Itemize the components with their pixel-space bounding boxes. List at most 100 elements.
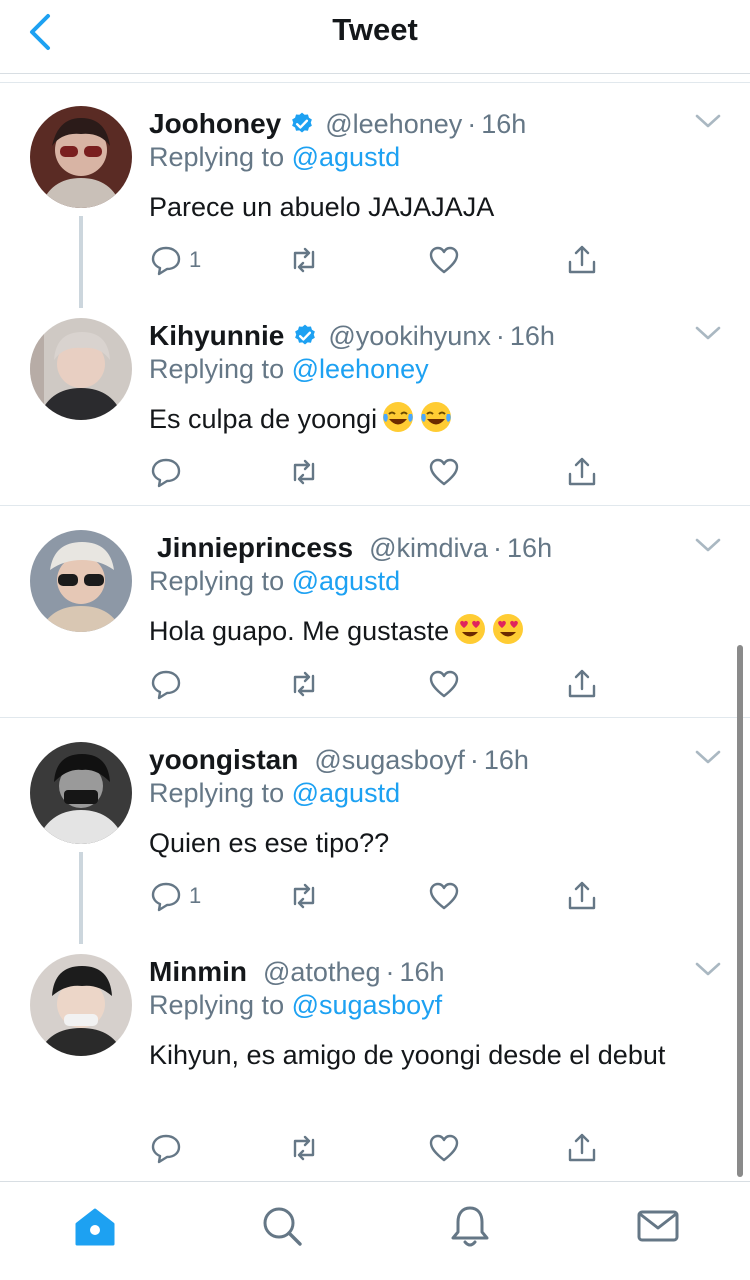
share-button[interactable] bbox=[565, 452, 599, 492]
reply-count: 1 bbox=[189, 247, 202, 272]
handle: @kimdiva bbox=[369, 532, 489, 563]
share-icon bbox=[568, 881, 596, 910]
heart-icon bbox=[429, 458, 459, 486]
chevron-down-icon[interactable] bbox=[694, 322, 722, 344]
thread-line bbox=[79, 852, 83, 944]
thread-line bbox=[79, 216, 83, 308]
tweet-divider bbox=[0, 505, 750, 506]
avatar[interactable] bbox=[30, 954, 132, 1056]
tweet-divider bbox=[0, 717, 750, 718]
laughing-tears-emoji bbox=[383, 402, 414, 432]
reply-tweet[interactable]: Kihyunnie @yookihyunx · 16h Replying to … bbox=[0, 316, 750, 506]
like-button[interactable] bbox=[427, 664, 461, 704]
tweet-text: Es culpa de yoongi bbox=[149, 400, 709, 438]
retweet-button[interactable] bbox=[287, 1128, 321, 1168]
display-name[interactable]: Jinnieprincess bbox=[157, 532, 353, 564]
home-icon bbox=[75, 1208, 115, 1246]
reply-button[interactable]: 1 bbox=[149, 876, 201, 916]
tweet-header: Minmin @atotheg · 16h bbox=[149, 952, 445, 992]
reply-icon bbox=[151, 246, 181, 276]
avatar-image bbox=[30, 318, 132, 420]
chevron-down-icon[interactable] bbox=[694, 534, 722, 556]
tab-search[interactable] bbox=[258, 1202, 306, 1250]
tweet-header: yoongistan @sugasboyf · 16h bbox=[149, 740, 529, 780]
tweet-actions bbox=[149, 452, 619, 496]
reply-tweet[interactable]: Jinnieprincess @kimdiva · 16h Replying t… bbox=[0, 528, 750, 718]
top-nav-bar: Tweet bbox=[0, 0, 750, 74]
header-divider bbox=[0, 74, 750, 83]
like-button[interactable] bbox=[427, 876, 461, 916]
like-button[interactable] bbox=[427, 1128, 461, 1168]
heart-icon bbox=[429, 882, 459, 910]
separator-dot: · bbox=[493, 532, 503, 563]
verified-badge-icon bbox=[292, 112, 313, 133]
retweet-button[interactable] bbox=[287, 664, 321, 704]
reply-tweet[interactable]: Minmin @atotheg · 16h Replying to @sugas… bbox=[0, 952, 750, 1180]
tweet-actions: 1 bbox=[149, 240, 619, 284]
replying-label: Replying to bbox=[149, 990, 285, 1020]
avatar-image bbox=[30, 742, 132, 844]
avatar[interactable] bbox=[30, 318, 132, 420]
retweet-button[interactable] bbox=[287, 452, 321, 492]
verified-badge-icon bbox=[295, 324, 316, 345]
tweet-text: Parece un abuelo JAJAJAJA bbox=[149, 188, 709, 226]
tweet-actions bbox=[149, 1128, 619, 1172]
reply-icon bbox=[151, 670, 181, 700]
avatar[interactable] bbox=[30, 530, 132, 632]
tweet-header: Joohoney @leehoney · 16h bbox=[149, 104, 526, 144]
share-button[interactable] bbox=[565, 664, 599, 704]
reply-tweet[interactable]: Joohoney @leehoney · 16h Replying to @ag… bbox=[0, 104, 750, 308]
avatar[interactable] bbox=[30, 742, 132, 844]
share-button[interactable] bbox=[565, 876, 599, 916]
tab-messages[interactable] bbox=[634, 1202, 682, 1250]
reply-button[interactable]: 1 bbox=[149, 240, 201, 280]
reply-icon bbox=[151, 1134, 181, 1164]
share-button[interactable] bbox=[565, 1128, 599, 1168]
reply-button[interactable] bbox=[149, 664, 189, 704]
separator-dot: · bbox=[467, 108, 477, 139]
mention-link[interactable]: @agustd bbox=[292, 778, 400, 808]
tweet-text: Hola guapo. Me gustaste bbox=[149, 612, 709, 650]
reply-count: 1 bbox=[189, 883, 202, 908]
chevron-down-icon[interactable] bbox=[694, 746, 722, 768]
tab-home[interactable] bbox=[71, 1202, 119, 1250]
display-name[interactable]: yoongistan bbox=[149, 744, 298, 776]
timestamp: 16h bbox=[509, 320, 555, 351]
mention-link[interactable]: @agustd bbox=[292, 566, 400, 596]
replying-to: Replying to @sugasboyf bbox=[149, 990, 442, 1021]
display-name[interactable]: Joohoney bbox=[149, 108, 281, 140]
reply-tweet[interactable]: yoongistan @sugasboyf · 16h Replying to … bbox=[0, 740, 750, 944]
reply-button[interactable] bbox=[149, 1128, 189, 1168]
tab-notifications[interactable] bbox=[446, 1202, 494, 1250]
separator-dot: · bbox=[385, 956, 395, 987]
retweet-button[interactable] bbox=[287, 876, 321, 916]
mention-link[interactable]: @agustd bbox=[292, 142, 400, 172]
display-name[interactable]: Kihyunnie bbox=[149, 320, 284, 352]
avatar[interactable] bbox=[30, 106, 132, 208]
scrollbar[interactable] bbox=[737, 645, 743, 1177]
retweet-icon bbox=[293, 1135, 315, 1161]
retweet-button[interactable] bbox=[287, 240, 321, 280]
replying-label: Replying to bbox=[149, 566, 285, 596]
chevron-down-icon[interactable] bbox=[694, 110, 722, 132]
like-button[interactable] bbox=[427, 452, 461, 492]
heart-eyes-emoji bbox=[493, 614, 524, 644]
retweet-icon bbox=[293, 671, 315, 697]
heart-eyes-emoji bbox=[455, 614, 486, 644]
tweet-text-content: Hola guapo. Me gustaste bbox=[149, 616, 450, 646]
display-name[interactable]: Minmin bbox=[149, 956, 247, 988]
share-icon bbox=[568, 457, 596, 486]
tweet-text-content: Parece un abuelo JAJAJAJA bbox=[149, 192, 495, 222]
like-button[interactable] bbox=[427, 240, 461, 280]
reply-button[interactable] bbox=[149, 452, 189, 492]
mention-link[interactable]: @leehoney bbox=[292, 354, 429, 384]
share-icon bbox=[568, 245, 596, 274]
mention-link[interactable]: @sugasboyf bbox=[292, 990, 443, 1020]
laughing-tears-emoji bbox=[421, 402, 452, 432]
timestamp: 16h bbox=[481, 108, 527, 139]
timestamp: 16h bbox=[483, 744, 529, 775]
share-button[interactable] bbox=[565, 240, 599, 280]
retweet-icon bbox=[293, 247, 315, 273]
messages-mail-icon bbox=[637, 1210, 679, 1242]
chevron-down-icon[interactable] bbox=[694, 958, 722, 980]
